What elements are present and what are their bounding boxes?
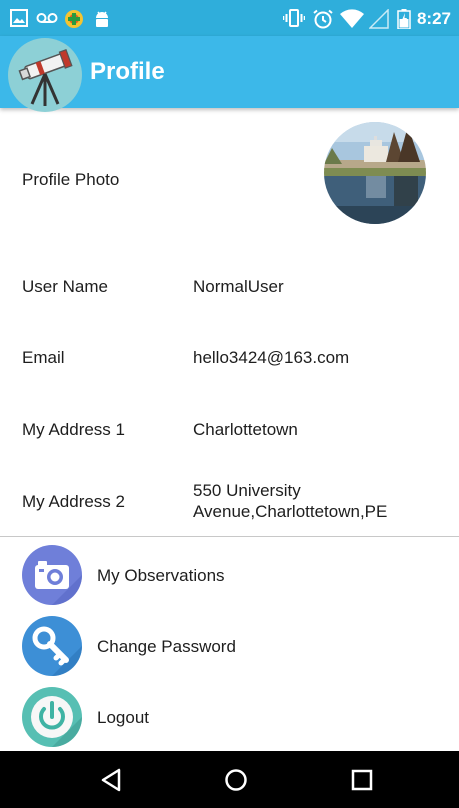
telescope-icon <box>18 48 73 106</box>
menu-label-my-observations: My Observations <box>97 566 225 585</box>
image-icon <box>10 9 28 27</box>
wifi-icon <box>340 9 364 28</box>
address2-value-line2: Avenue,Charlottetown,PE <box>193 502 388 521</box>
status-bar: 8:27 <box>0 0 459 36</box>
app-badge-icon <box>65 10 83 28</box>
profile-photo[interactable] <box>324 122 426 224</box>
android-icon <box>96 11 108 27</box>
alarm-icon <box>313 9 333 29</box>
profile-screen: 8:27 Profile Profile Photo User Name Nor… <box>0 0 459 808</box>
app-logo[interactable] <box>8 38 82 112</box>
menu-item-my-observations[interactable]: My Observations <box>0 541 459 607</box>
menu-item-change-password[interactable]: Change Password <box>0 612 459 678</box>
navigation-bar <box>0 751 459 808</box>
signal-icon <box>369 9 389 29</box>
section-divider <box>0 536 459 537</box>
page-title: Profile <box>90 58 165 85</box>
email-value: hello3424@163.com <box>193 348 350 367</box>
address2-value-line1: 550 University <box>193 481 301 500</box>
home-icon[interactable] <box>221 765 251 795</box>
app-bar: Profile <box>0 36 459 112</box>
back-icon[interactable] <box>97 765 127 795</box>
camera-icon <box>22 545 82 605</box>
profile-photo-label: Profile Photo <box>22 170 120 189</box>
username-label: User Name <box>22 277 108 296</box>
recents-icon[interactable] <box>347 765 377 795</box>
voicemail-icon <box>36 13 58 23</box>
vibrate-icon <box>283 9 305 27</box>
email-label: Email <box>22 348 65 367</box>
profile-photo-image <box>324 122 426 224</box>
status-time: 8:27 <box>416 9 451 28</box>
address1-label: My Address 1 <box>22 420 125 439</box>
address2-label: My Address 2 <box>22 492 125 511</box>
address1-value: Charlottetown <box>193 420 298 439</box>
menu-label-logout: Logout <box>97 708 149 727</box>
battery-icon <box>397 9 411 29</box>
power-icon <box>22 687 82 747</box>
menu-item-logout[interactable]: Logout <box>0 683 459 749</box>
menu-label-change-password: Change Password <box>97 637 236 656</box>
key-icon <box>22 616 82 676</box>
username-value: NormalUser <box>193 277 284 296</box>
